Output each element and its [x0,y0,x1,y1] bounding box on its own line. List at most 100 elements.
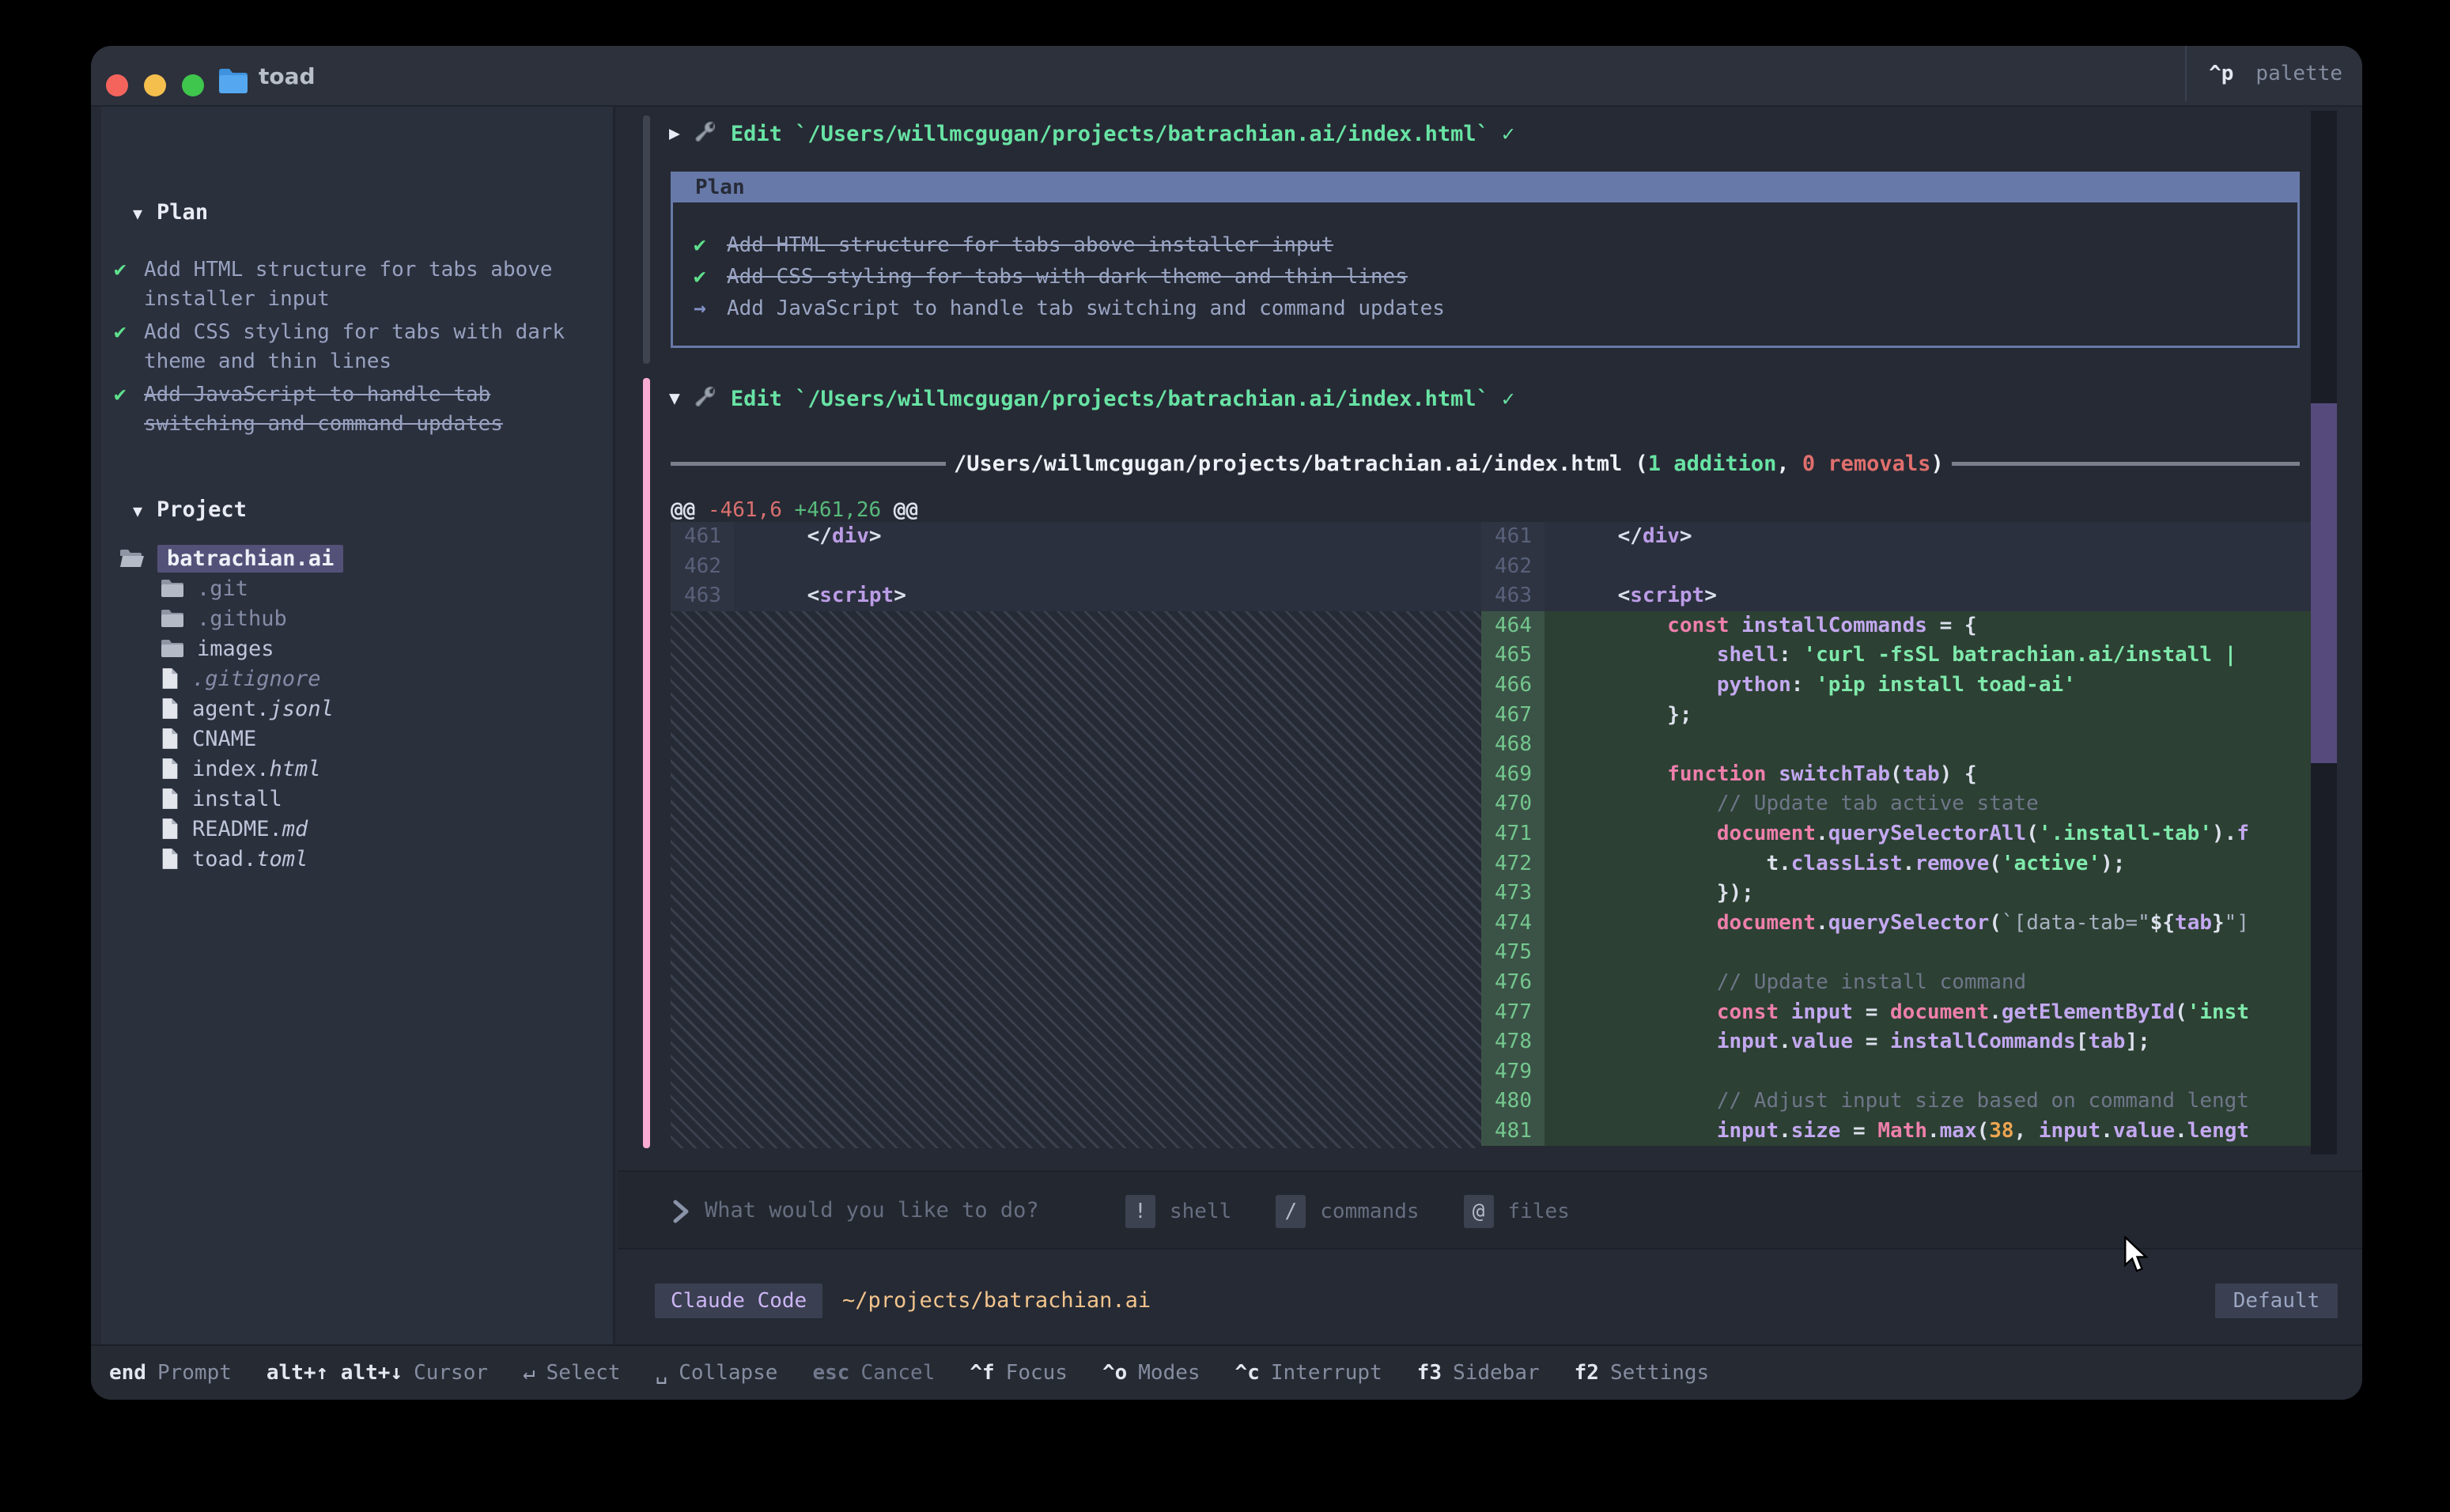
footer-binding-interrupt[interactable]: ^c Interrupt [1235,1361,1382,1385]
code-token: / [1630,524,1643,548]
tree-item-.git[interactable]: .git [161,573,248,603]
plan-task[interactable]: ✔Add CSS styling for tabs with dark them… [114,318,601,376]
plan-task[interactable]: ✔Add HTML structure for tabs above insta… [114,255,601,314]
code-token: 'pip install toad-ai' [1816,673,2076,697]
action-label: Cancel [860,1361,935,1385]
folder-open-icon [119,548,145,569]
line-number: 464 [1481,611,1544,641]
scrollbar-track[interactable] [2311,111,2337,1155]
wrench-icon [693,119,718,148]
tree-item-agent.[interactable]: agent.jsonl [161,694,334,724]
close-button[interactable] [106,74,128,96]
line-number: 480 [1481,1087,1544,1117]
code-token: tab [2089,1030,2126,1053]
line-number: 461 [1481,522,1544,552]
diff-row: 467 }; [1481,701,2311,731]
tree-item-batrachian.ai[interactable]: batrachian.ai [119,543,343,573]
diff-row: 470 // Update tab active state [1481,789,2311,819]
plan-section-title: Plan [157,200,208,225]
edit-tool-header-collapsed[interactable]: ▶ Edit `/Users/willmcgugan/projects/batr… [669,119,1514,149]
code-token: // Adjust input size based on command le… [1568,1089,2249,1113]
footer-binding-select[interactable]: ↵Select [523,1361,621,1385]
code-token: tab [2175,911,2212,935]
code-token: . [2100,1119,2113,1143]
tree-item-CNAME[interactable]: CNAME [161,724,256,754]
tree-item-README.[interactable]: README.md [161,814,308,844]
chevron-down-icon: ▼ [669,388,680,409]
diff-row: 481 input.size = Math.max(38, input.valu… [1481,1117,2311,1147]
chevron-right-icon [671,1196,691,1230]
code-line [1544,730,2311,760]
tree-item-toad.[interactable]: toad.toml [161,844,308,874]
code-token: > [1680,524,1692,548]
code-token: ( [1989,911,2002,935]
plan-panel: Plan ✔Add HTML structure for tabs above … [671,172,2300,348]
footer-binding-settings[interactable]: f2Settings [1575,1361,1710,1385]
footer-binding-sidebar[interactable]: f3Sidebar [1417,1361,1540,1385]
code-token: div [832,524,869,548]
code-token: > [1704,584,1717,607]
action-label: Focus [1006,1361,1068,1385]
footer-binding-cancel[interactable]: esc Cancel [812,1361,935,1385]
tree-item-label: .github [197,607,287,631]
minimize-button[interactable] [144,74,166,96]
tree-item-install[interactable]: install [161,784,282,814]
zoom-button[interactable] [182,74,204,96]
code-token [1568,762,1667,786]
palette-shortcut[interactable]: ^ppalette [2185,46,2342,101]
code-token: ). [2212,822,2236,845]
action-label: Interrupt [1271,1361,1382,1385]
code-token: input [1717,1030,1779,1053]
footer-binding-prompt[interactable]: endPrompt [109,1361,232,1385]
diff-row: 471 document.querySelectorAll('.install-… [1481,819,2311,849]
code-line: document.querySelector(`[data-tab="${tab… [1544,909,2311,939]
code-token: . [1816,822,1828,845]
sidebar-section-plan[interactable]: ▼Plan [133,200,208,225]
tree-item-label: images [197,637,274,661]
sidebar-section-project[interactable]: ▼Project [133,497,247,522]
action-label: Select [546,1361,621,1385]
check-icon: ✔ [694,261,727,293]
key-badge: / [1276,1195,1306,1228]
edit-header-label: Edit `/Users/willmcgugan/projects/batrac… [731,387,1489,411]
diff-row: 476 // Update install command [1481,968,2311,998]
code-token: = [1840,1119,1877,1143]
key-label: esc [812,1361,849,1385]
code-token: installCommands [1890,1030,2076,1053]
code-token [1568,1030,1717,1053]
command-input[interactable] [703,1189,1114,1230]
line-number: 461 [671,522,734,552]
edit-tool-header-expanded[interactable]: ▼ Edit `/Users/willmcgugan/projects/batr… [669,384,1514,414]
tree-item-label-ext: toml [256,847,308,871]
tree-item-images[interactable]: images [161,633,274,663]
code-token: -461,6 [708,498,782,522]
code-token: 'active' [2002,852,2100,875]
code-token [782,498,795,522]
line-number: 471 [1481,819,1544,849]
footer-binding-cursor[interactable]: alt+↑ alt+↓Cursor [267,1361,488,1385]
code-token: f [2236,822,2249,845]
code-token: 'curl -fsSL batrachian.ai/install | [1803,643,2236,667]
code-token [1568,643,1717,667]
code-line: }; [1544,701,2311,731]
app-window: toad ▼Plan ✔Add HTML structure for tabs … [91,46,2362,1400]
line-number: 466 [1481,671,1544,701]
code-token: < [1568,524,1630,548]
diff-row: 464 const installCommands = { [1481,611,2311,641]
scrollbar-thumb[interactable] [2311,403,2337,763]
code-token: = { [1927,614,1977,637]
tree-item-.github[interactable]: .github [161,603,287,633]
working-directory: ~/projects/batrachian.ai [842,1283,1151,1318]
tree-item-index.[interactable]: index.html [161,754,321,784]
code-line [1544,1057,2311,1087]
diff-row: 472 t.classList.remove('active'); [1481,849,2311,879]
input-hint-files: @files [1464,1195,1570,1228]
tree-item-.gitignore[interactable]: .gitignore [161,663,321,694]
code-token: > [894,584,906,607]
plan-task[interactable]: ✔Add JavaScript to handle tab switching … [114,380,601,439]
code-token: ( [1989,852,2002,875]
footer-binding-modes[interactable]: ^oModes [1102,1361,1200,1385]
footer-binding-collapse[interactable]: ␣Collapse [656,1361,778,1385]
footer-binding-focus[interactable]: ^fFocus [970,1361,1068,1385]
key-label: ^c [1235,1361,1260,1385]
